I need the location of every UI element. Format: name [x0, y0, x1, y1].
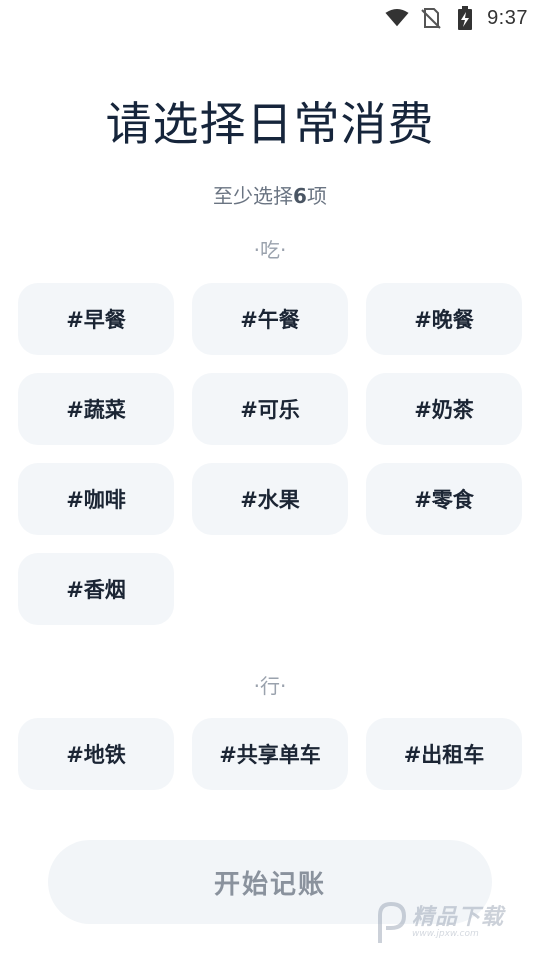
option-chip-fruit[interactable]: #水果 — [192, 463, 348, 535]
subtitle-suffix: 项 — [306, 184, 327, 208]
subtitle-prefix: 至少选择 — [213, 184, 294, 208]
option-chip-subway[interactable]: #地铁 — [18, 718, 174, 790]
option-chip-breakfast[interactable]: #早餐 — [18, 283, 174, 355]
watermark-url: www.jpxw.com — [412, 929, 479, 939]
status-time: 9:37 — [487, 6, 528, 29]
status-bar: 9:37 — [0, 0, 540, 36]
option-chip-cola[interactable]: #可乐 — [192, 373, 348, 445]
watermark-text: 精品下载 — [412, 905, 505, 930]
page-subtitle: 至少选择6项 — [0, 180, 540, 209]
travel-options-grid: #地铁 #共享单车 #出租车 — [18, 718, 522, 790]
eat-options-grid: #早餐 #午餐 #晚餐 #蔬菜 #可乐 #奶茶 #咖啡 #水果 #零食 #香烟 — [18, 283, 522, 625]
wifi-icon — [385, 7, 409, 29]
watermark: 精品下载 www.jpxw.com — [374, 898, 534, 948]
section-label-eat: ·吃· — [253, 238, 287, 262]
option-chip-taxi[interactable]: #出租车 — [366, 718, 522, 790]
option-chip-coffee[interactable]: #咖啡 — [18, 463, 174, 535]
section-label-travel: ·行· — [253, 674, 287, 698]
battery-charging-icon — [453, 6, 477, 30]
option-chip-cigarettes[interactable]: #香烟 — [18, 553, 174, 625]
option-chip-snacks[interactable]: #零食 — [366, 463, 522, 535]
subtitle-count: 6 — [293, 184, 307, 208]
watermark-logo-icon — [378, 901, 407, 943]
option-chip-dinner[interactable]: #晚餐 — [366, 283, 522, 355]
page-title: 请选择日常消费 — [105, 97, 435, 151]
option-chip-vegetables[interactable]: #蔬菜 — [18, 373, 174, 445]
option-chip-milk-tea[interactable]: #奶茶 — [366, 373, 522, 445]
watermark-text-group: 精品下载 www.jpxw.com — [412, 905, 505, 940]
option-chip-lunch[interactable]: #午餐 — [192, 283, 348, 355]
no-sim-icon — [419, 7, 443, 29]
option-chip-shared-bike[interactable]: #共享单车 — [192, 718, 348, 790]
screen: 9:37 请选择日常消费 至少选择6项 ·吃· #早餐 #午餐 #晚餐 #蔬菜 … — [0, 0, 540, 960]
